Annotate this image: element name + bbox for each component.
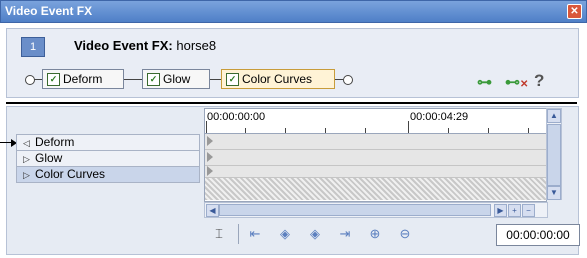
add-keyframe-icon[interactable]: ⊕: [366, 225, 384, 243]
next-keyframe-icon[interactable]: ◈: [306, 225, 324, 243]
fx-glow-node[interactable]: ✓ Glow: [142, 69, 210, 89]
keyframe-marker-icon[interactable]: [207, 152, 213, 162]
ruler-tick: [528, 128, 529, 133]
event-number-badge: 1: [21, 37, 45, 57]
chain-link: [335, 79, 343, 80]
lane-deform[interactable]: [205, 134, 546, 150]
keyframe-timeline[interactable]: 00:00:00:00 00:00:04:29: [204, 108, 547, 202]
fx-glow-checkbox[interactable]: ✓: [147, 72, 160, 86]
title-bar[interactable]: Video Event FX ✕: [0, 0, 587, 23]
lane-color-curves[interactable]: [205, 166, 546, 178]
ruler-start-timecode: 00:00:00:00: [207, 111, 266, 123]
zoom-out-icon[interactable]: −: [522, 204, 535, 217]
fx-deform-label: Deform: [63, 72, 103, 86]
scroll-down-icon[interactable]: ▼: [547, 186, 561, 200]
ruler-tick: [206, 121, 207, 133]
event-label: Video Event FX:: [74, 38, 173, 53]
ruler-tick: [285, 128, 286, 133]
ruler-tick: [365, 128, 366, 133]
fx-color-curves-node[interactable]: ✓ Color Curves: [221, 69, 335, 89]
horizontal-scrollbar[interactable]: ◀ ▶ + −: [204, 202, 548, 218]
fx-deform-checkbox[interactable]: ✓: [47, 72, 60, 86]
close-icon[interactable]: ✕: [567, 4, 582, 19]
fx-header-panel: 1 Video Event FX: horse8 ✓ Deform ✓ Glow…: [6, 28, 579, 98]
plugin-chain-icon[interactable]: ⊶: [477, 73, 492, 91]
expand-arrow-icon[interactable]: ▷: [23, 168, 35, 183]
track-label: Glow: [35, 151, 63, 165]
first-keyframe-icon[interactable]: ⇤: [246, 225, 264, 243]
ruler-tick: [488, 128, 489, 133]
sync-cursor-icon[interactable]: ⌶: [210, 225, 228, 243]
ruler-tick: [245, 128, 246, 133]
track-glow[interactable]: ▷ Glow: [16, 151, 200, 167]
track-deform[interactable]: ◁ Deform: [16, 134, 200, 151]
event-title: Video Event FX: horse8: [74, 38, 216, 53]
fx-color-curves-checkbox[interactable]: ✓: [226, 72, 239, 86]
track-label: Deform: [35, 135, 75, 149]
delete-keyframe-icon[interactable]: ⊖: [396, 225, 414, 243]
panel-divider: [6, 102, 577, 104]
lane-glow[interactable]: [205, 150, 546, 166]
video-event-fx-window: Video Event FX ✕ 1 Video Event FX: horse…: [0, 0, 587, 257]
zoom-in-icon[interactable]: +: [508, 204, 521, 217]
last-keyframe-icon[interactable]: ⇥: [336, 225, 354, 243]
ruler-tick: [448, 128, 449, 133]
track-list: ◁ Deform ▷ Glow ▷ Color Curves: [16, 134, 200, 183]
toolbar-separator: [238, 224, 239, 244]
fx-color-curves-label: Color Curves: [242, 72, 313, 86]
keyframe-marker-icon[interactable]: [207, 136, 213, 146]
expand-arrow-icon[interactable]: ▷: [23, 152, 35, 167]
help-icon[interactable]: ?: [534, 71, 544, 91]
event-name: horse8: [176, 38, 217, 53]
chain-input-connector: [25, 75, 35, 85]
fx-glow-label: Glow: [163, 72, 191, 86]
empty-area: [205, 178, 546, 200]
scrollbar-thumb[interactable]: [219, 204, 491, 216]
ruler-mid-timecode: 00:00:04:29: [410, 111, 469, 123]
timecode-display[interactable]: 00:00:00:00: [496, 224, 580, 246]
track-label: Color Curves: [35, 167, 106, 181]
time-ruler[interactable]: 00:00:00:00 00:00:04:29: [205, 109, 546, 134]
scroll-left-icon[interactable]: ◀: [206, 204, 219, 217]
scroll-right-icon[interactable]: ▶: [494, 204, 507, 217]
prev-keyframe-icon[interactable]: ◈: [276, 225, 294, 243]
keyframe-transport-bar: ⌶ ⇤ ◈ ◈ ⇥ ⊕ ⊖ 00:00:00:00: [204, 222, 580, 248]
scroll-up-icon[interactable]: ▲: [547, 109, 561, 123]
remove-plugin-icon[interactable]: ⊷✕: [505, 73, 528, 91]
collapse-arrow-icon[interactable]: ◁: [23, 136, 35, 151]
keyframe-marker-icon[interactable]: [207, 166, 213, 176]
chain-link: [210, 79, 221, 80]
scrollbar-thumb[interactable]: [547, 124, 561, 186]
fx-deform-node[interactable]: ✓ Deform: [42, 69, 124, 89]
chain-link: [34, 79, 42, 80]
chain-output-connector: [343, 75, 353, 85]
chain-link: [124, 79, 142, 80]
window-title: Video Event FX: [5, 4, 93, 18]
track-color-curves[interactable]: ▷ Color Curves: [16, 167, 200, 183]
ruler-tick: [325, 128, 326, 133]
ruler-tick: [408, 121, 409, 133]
